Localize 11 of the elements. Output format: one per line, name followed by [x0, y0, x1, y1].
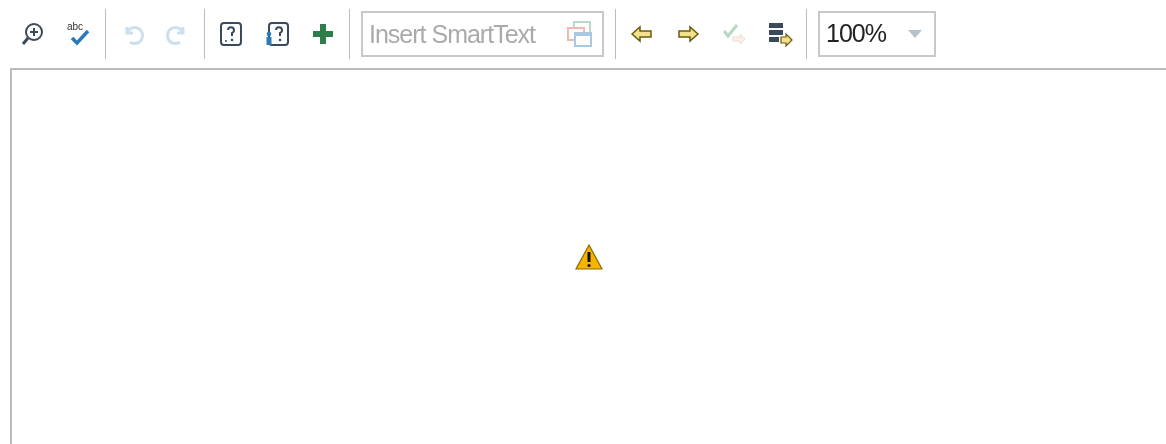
spellcheck-button[interactable]: abc [64, 17, 94, 51]
zoom-dropdown[interactable]: 100% [818, 11, 936, 57]
plus-icon [310, 21, 336, 47]
list-arrow-icon [767, 21, 793, 47]
help-icon [218, 21, 244, 47]
caret-icon [908, 30, 922, 38]
spellcheck-label: abc [67, 21, 84, 32]
magnifier-plus-icon [20, 21, 46, 47]
user-help-icon [264, 21, 290, 47]
check-arrow-icon [721, 21, 747, 47]
smarttext-field[interactable]: Insert SmartText [361, 11, 604, 57]
